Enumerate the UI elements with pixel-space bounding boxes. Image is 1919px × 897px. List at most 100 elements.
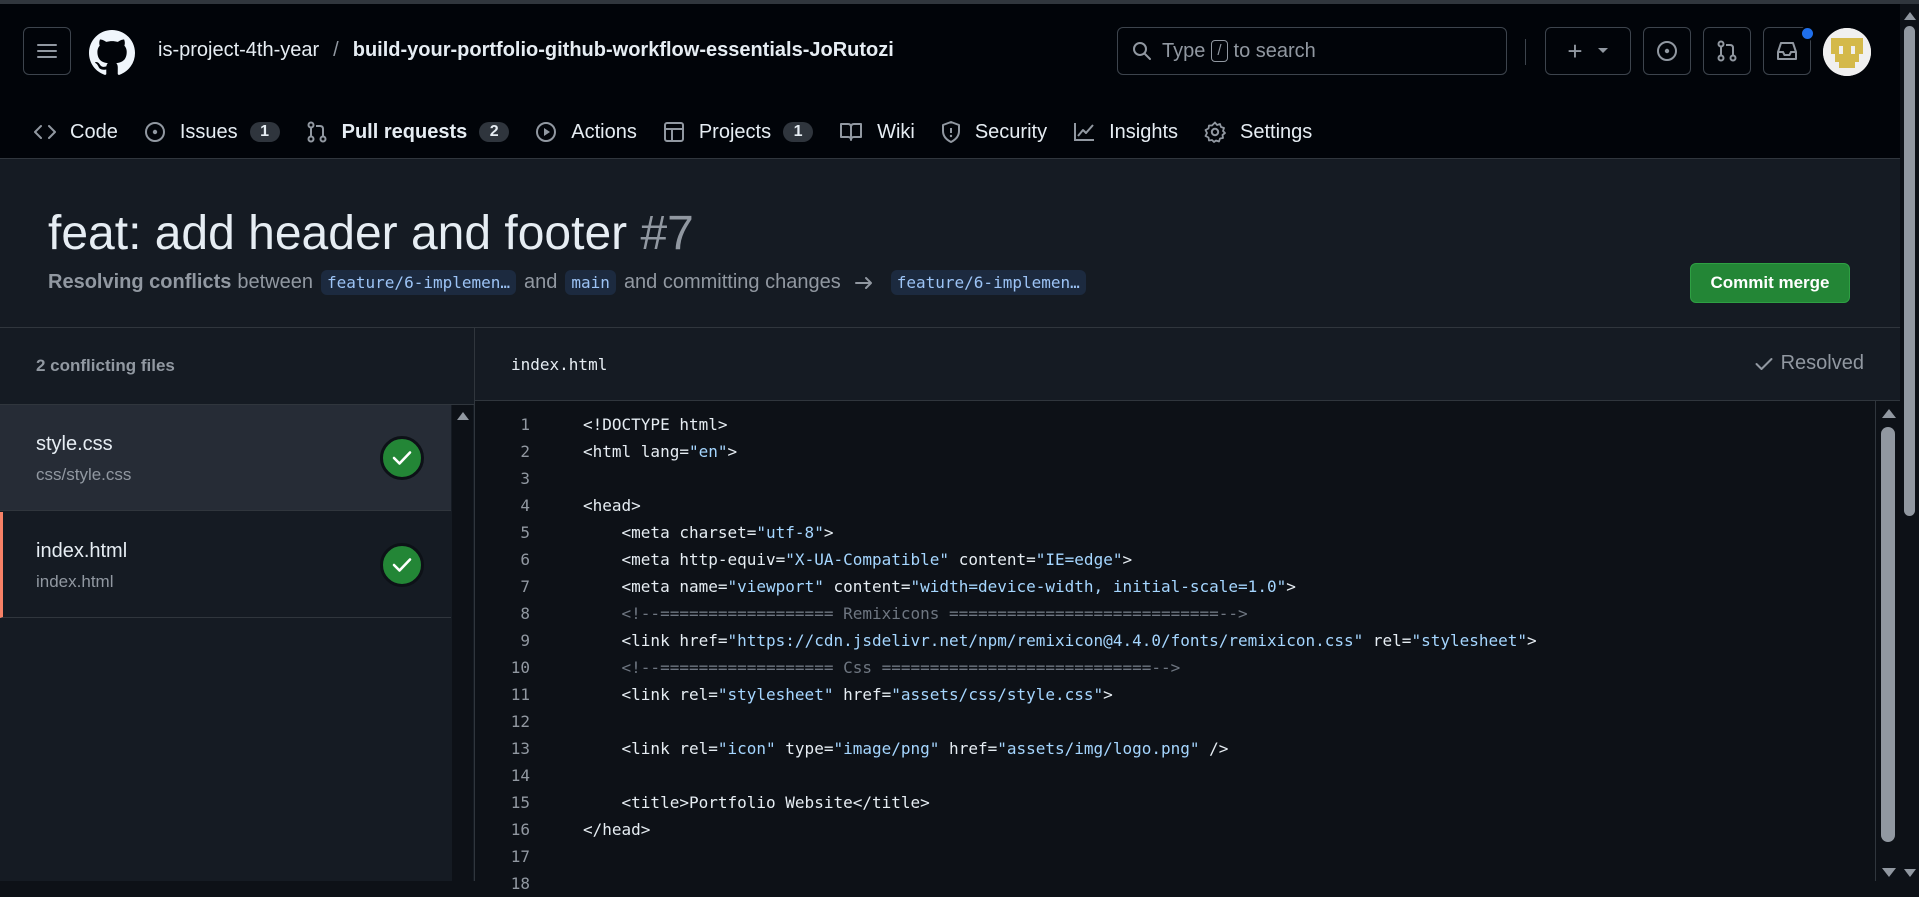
code-token: > — [727, 442, 738, 461]
notification-indicator — [1800, 26, 1815, 41]
graph-icon — [1073, 122, 1095, 142]
repo-tabs: Code Issues 1 Pull requests 2 Actions Pr… — [34, 108, 1338, 162]
global-header: is-project-4th-year / build-your-portfolio… — [0, 4, 1900, 162]
scroll-up-arrow-icon[interactable] — [1904, 12, 1916, 20]
code-token: > — [823, 523, 834, 542]
line-source: </head> — [583, 816, 650, 843]
menu-button[interactable] — [23, 27, 71, 75]
string-token: "utf-8" — [756, 523, 824, 542]
resolved-check-icon — [380, 436, 424, 480]
line-source: <!DOCTYPE html> — [583, 411, 728, 438]
code-area[interactable]: 1 <!DOCTYPE html> 2 <html lang="en"> 3 4 <head… — [475, 411, 1875, 897]
editor-header: index.html Resolved — [475, 328, 1900, 401]
line-source: <head> — [583, 492, 641, 519]
editor-filename: index.html — [511, 355, 608, 374]
your-issues-button[interactable] — [1643, 27, 1691, 75]
tab-settings[interactable]: Settings — [1204, 108, 1312, 156]
head-branch[interactable]: feature/6-implemen… — [321, 270, 517, 295]
github-logo-icon[interactable] — [89, 30, 135, 76]
avatar[interactable] — [1823, 28, 1871, 76]
tab-wiki[interactable]: Wiki — [839, 108, 915, 156]
create-new-button[interactable]: + — [1545, 27, 1631, 75]
target-branch[interactable]: feature/6-implemen… — [890, 270, 1086, 295]
search-shortcut-key: / — [1211, 40, 1228, 62]
line-number: 12 — [510, 712, 530, 731]
line-number: 11 — [510, 685, 530, 704]
code-line: 15 <title>Portfolio Website</title> — [475, 789, 1875, 816]
string-token: "viewport" — [727, 577, 824, 596]
and-text: and — [524, 271, 558, 293]
line-number: 16 — [510, 820, 530, 839]
tab-projects[interactable]: Projects 1 — [663, 108, 814, 156]
tab-label: Issues — [179, 120, 238, 143]
code-line: 14 — [475, 762, 1875, 789]
pr-title-text: feat: add header and footer — [48, 207, 628, 260]
chevron-down-icon — [1597, 48, 1608, 53]
resolved-check-icon — [380, 543, 424, 587]
file-item-index-html[interactable]: index.html index.html — [0, 512, 451, 618]
code-line: 5 <meta charset="utf-8"> — [475, 519, 1875, 546]
line-number: 3 — [520, 469, 530, 488]
code-line: 12 — [475, 708, 1875, 735]
search-input[interactable]: Type / to search — [1117, 27, 1507, 75]
scroll-down-arrow-icon[interactable] — [1904, 869, 1916, 877]
code-line: 1 <!DOCTYPE html> — [475, 411, 1875, 438]
tab-pull-requests[interactable]: Pull requests 2 — [291, 108, 523, 162]
line-source: <meta name="viewport" content="width=dev… — [583, 573, 1296, 600]
scroll-thumb[interactable] — [1904, 26, 1915, 516]
code-token: > — [1103, 685, 1113, 704]
code-line: 13 <link rel="icon" type="image/png" hre… — [475, 735, 1875, 762]
code-token: <head> — [583, 496, 641, 515]
tab-label: Wiki — [877, 120, 915, 143]
tab-issues[interactable]: Issues 1 — [144, 108, 280, 156]
code-line: 9 <link href="https://cdn.jsdelivr.net/n… — [475, 627, 1875, 654]
commit-merge-button[interactable]: Commit merge — [1690, 263, 1850, 303]
tab-label: Projects — [698, 120, 772, 143]
tab-label: Code — [70, 120, 118, 143]
your-pull-requests-button[interactable] — [1703, 27, 1751, 75]
line-number: 9 — [520, 631, 530, 650]
file-path: index.html — [36, 572, 114, 591]
identicon-icon — [1823, 28, 1871, 76]
line-number: 14 — [510, 766, 530, 785]
string-token: "en" — [688, 442, 728, 461]
line-source: <!--================== Css =============… — [583, 654, 1181, 681]
tab-code[interactable]: Code — [34, 108, 118, 156]
base-branch[interactable]: main — [565, 270, 616, 295]
breadcrumb: is-project-4th-year / build-your-portfolio… — [158, 39, 894, 62]
file-name: index.html — [36, 540, 128, 562]
tab-label: Actions — [571, 120, 637, 143]
line-number: 10 — [510, 658, 530, 677]
count-badge: 1 — [783, 122, 814, 142]
tab-label: Insights — [1109, 120, 1179, 143]
file-path: css/style.css — [36, 465, 132, 484]
repo-name-link[interactable]: build-your-portfolio-github-workflow-ess… — [353, 39, 894, 61]
code-token: </head> — [583, 820, 651, 839]
code-token: rel= — [1363, 631, 1412, 650]
tab-actions[interactable]: Actions — [535, 108, 637, 156]
book-icon — [839, 122, 863, 142]
code-token: > — [1527, 631, 1537, 650]
resolving-label: Resolving conflicts — [48, 271, 232, 293]
page-scrollbar[interactable] — [1900, 4, 1919, 881]
scroll-thumb[interactable] — [1881, 427, 1895, 842]
scroll-up-arrow-icon[interactable] — [457, 412, 469, 420]
tab-insights[interactable]: Insights — [1073, 108, 1178, 156]
file-item-style-css[interactable]: style.css css/style.css — [0, 405, 451, 511]
string-token: "image/png" — [833, 739, 940, 758]
editor-scrollbar[interactable] — [1875, 401, 1901, 881]
search-placeholder-prefix: Type — [1162, 39, 1206, 62]
code-line: 16 </head> — [475, 816, 1875, 843]
scroll-down-arrow-icon[interactable] — [1882, 868, 1896, 877]
sidebar-scrollbar[interactable] — [452, 405, 473, 881]
code-token: href= — [939, 739, 998, 758]
file-name: style.css — [36, 433, 113, 455]
code-line: 7 <meta name="viewport" content="width=d… — [475, 573, 1875, 600]
string-token: "icon" — [717, 739, 776, 758]
repo-owner-link[interactable]: is-project-4th-year — [158, 39, 319, 61]
tab-security[interactable]: Security — [941, 108, 1047, 156]
search-icon — [1132, 41, 1152, 61]
code-token: content= — [823, 577, 911, 596]
code-line: 4 <head> — [475, 492, 1875, 519]
scroll-up-arrow-icon[interactable] — [1882, 409, 1896, 418]
